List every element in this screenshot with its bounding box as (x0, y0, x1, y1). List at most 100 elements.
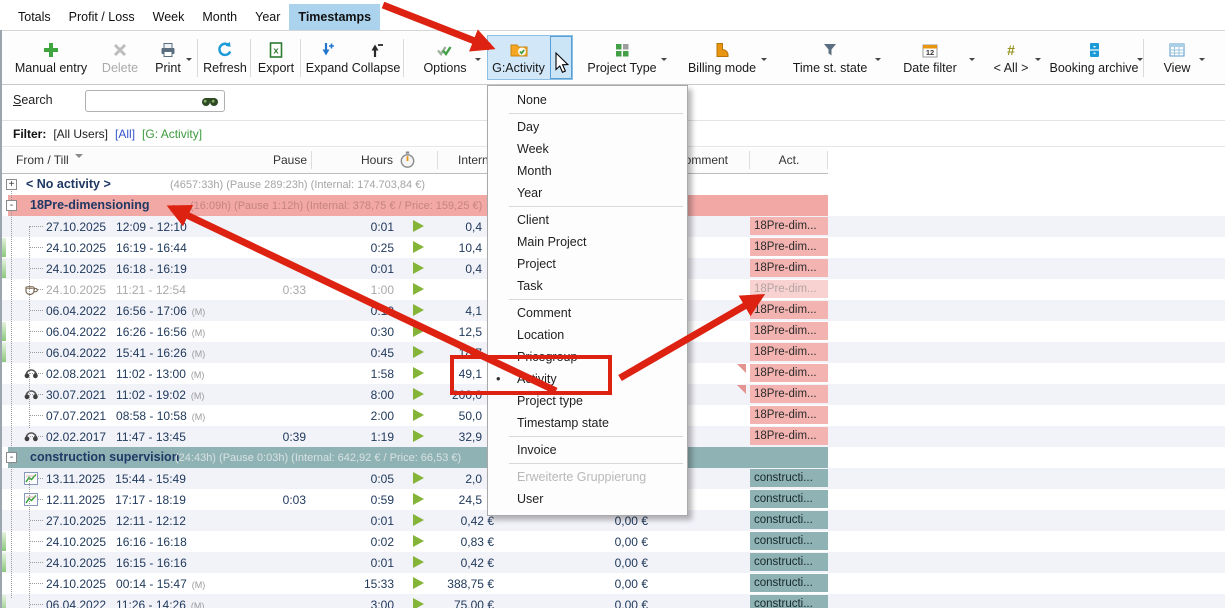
timestamp-row[interactable]: 06.04.2022 11:26 - 14:26 (M)3:0075,00 €0… (0, 594, 1225, 608)
filter-grouping[interactable]: [G: Activity] (142, 127, 202, 141)
column-header-hours[interactable]: Hours (320, 153, 393, 167)
tab-bar: Totals Profit / Loss Week Month Year Tim… (0, 0, 1225, 31)
menu-item-label: Invoice (517, 443, 557, 457)
booking-archive-button[interactable]: Booking archive (1044, 35, 1144, 80)
timestamp-date-time: 07.07.2021 08:58 - 10:58 (M) (46, 409, 205, 423)
archive-icon (1085, 41, 1103, 59)
menu-item-timestamp-state[interactable]: Timestamp state (488, 412, 687, 434)
menu-item-project[interactable]: Project (488, 253, 687, 275)
project-type-button[interactable]: Project Type (576, 35, 668, 80)
comment-cell (656, 552, 748, 573)
hours-value: 0:02 (318, 535, 394, 549)
delete-label: Delete (102, 61, 138, 75)
export-button[interactable]: x Export (254, 35, 298, 80)
number-filter-label: < All > (994, 61, 1029, 75)
collapse-icon[interactable]: - (6, 200, 17, 211)
tab-week[interactable]: Week (144, 4, 194, 30)
tab-totals[interactable]: Totals (9, 4, 60, 30)
time-state-filter-label: Time st. state (793, 61, 868, 75)
grouping-activity-button[interactable]: G:Activity (487, 35, 573, 80)
manual-entry-label: Manual entry (15, 61, 87, 75)
price-value: 0,00 € (556, 535, 648, 549)
timestamp-date-time: 24.10.2025 16:18 - 16:19 (46, 262, 187, 276)
view-button[interactable]: View (1148, 35, 1206, 80)
table-header: From / Till Pause Hours Internal Comment… (0, 148, 828, 174)
menu-item-day[interactable]: Day (488, 116, 687, 138)
menu-item-month[interactable]: Month (488, 160, 687, 182)
activity-badge: 18Pre-dim... (750, 238, 828, 256)
tab-month[interactable]: Month (193, 4, 246, 30)
grouping-activity-label: G:Activity (492, 61, 545, 75)
column-header-act[interactable]: Act. (750, 153, 828, 167)
comment-cell (656, 573, 748, 594)
filter-label: Filter: (13, 127, 46, 141)
menu-item-week[interactable]: Week (488, 138, 687, 160)
internal-value: 388,75 € (394, 577, 494, 591)
time-state-filter-button[interactable]: Time st. state (778, 35, 882, 80)
menu-item-invoice[interactable]: Invoice (488, 439, 687, 461)
delete-button: Delete (99, 35, 141, 80)
menu-item-none[interactable]: None (488, 89, 687, 111)
manual-flag: (M) (187, 580, 206, 590)
internal-value: 32,9 (394, 430, 482, 444)
expand-button[interactable]: Expand (304, 35, 350, 80)
booking-archive-label: Booking archive (1050, 61, 1139, 75)
play-icon[interactable] (413, 283, 424, 295)
print-button[interactable]: Print (143, 35, 193, 80)
timestamp-date-time: 06.04.2022 15:41 - 16:26 (M) (46, 346, 205, 360)
menu-item-user[interactable]: User (488, 488, 687, 510)
hours-value: 3:00 (318, 598, 394, 608)
collapse-icon[interactable]: - (6, 452, 17, 463)
timestamp-row[interactable]: 24.10.2025 00:14 - 15:47 (M)15:33388,75 … (0, 573, 1225, 594)
timestamp-row[interactable]: 24.10.2025 16:15 - 16:160:010,42 €0,00 €… (0, 552, 1225, 573)
column-header-from-till[interactable]: From / Till (16, 153, 83, 167)
filter-all[interactable]: [All] (115, 127, 135, 141)
menu-item-main-project[interactable]: Main Project (488, 231, 687, 253)
hours-value: 8:00 (318, 388, 394, 402)
tab-profit-loss[interactable]: Profit / Loss (60, 4, 144, 30)
refresh-button[interactable]: Refresh (202, 35, 248, 80)
tab-year[interactable]: Year (246, 4, 289, 30)
number-filter-button[interactable]: # < All > (980, 35, 1042, 80)
options-button[interactable]: Options (408, 35, 482, 80)
manual-entry-button[interactable]: Manual entry (6, 35, 96, 80)
manual-flag: (M) (186, 370, 205, 380)
group-label: < No activity > (26, 177, 111, 191)
menu-item-label: Month (517, 164, 552, 178)
hours-value: 15:33 (318, 577, 394, 591)
billing-mode-button[interactable]: Billing mode (676, 35, 768, 80)
menu-item-project-type[interactable]: Project type (488, 390, 687, 412)
menu-item-label: Location (517, 328, 564, 342)
search-box[interactable] (85, 90, 225, 112)
search-input[interactable] (89, 92, 203, 112)
tab-timestamps[interactable]: Timestamps (289, 4, 380, 30)
options-label: Options (423, 61, 466, 75)
menu-item-label: Pricegroup (517, 350, 577, 364)
headset-icon (24, 430, 39, 446)
binoculars-icon (201, 94, 219, 113)
menu-item-task[interactable]: Task (488, 275, 687, 297)
menu-item-year[interactable]: Year (488, 182, 687, 204)
menu-item-pricegroup[interactable]: Pricegroup (488, 346, 687, 368)
timestamp-date-time: 02.02.2017 11:47 - 13:45 (46, 430, 186, 444)
expand-icon[interactable]: + (6, 179, 17, 190)
manual-flag: (M) (187, 328, 206, 338)
filter-users[interactable]: [All Users] (53, 127, 108, 141)
menu-item-location[interactable]: Location (488, 324, 687, 346)
activity-badge: constructi... (750, 511, 828, 529)
timestamp-row[interactable]: 24.10.2025 16:16 - 16:180:020,83 €0,00 €… (0, 531, 1225, 552)
date-filter-label: Date filter (903, 61, 957, 75)
collapse-button[interactable]: Collapse (352, 35, 400, 80)
menu-item-label: None (517, 93, 547, 107)
menu-item-activity[interactable]: •Activity (488, 368, 687, 390)
column-header-pause[interactable]: Pause (230, 153, 307, 167)
collapse-arrow-icon (367, 41, 385, 59)
delete-x-icon (111, 41, 129, 59)
svg-text:#: # (1007, 42, 1015, 58)
group-stats: (24:43h) (Pause 0:03h) (Internal: 642,92… (175, 452, 461, 464)
date-filter-button[interactable]: 12 Date filter (884, 35, 976, 80)
toolbar: Manual entry Delete Print Refresh x Expo… (0, 32, 1225, 85)
menu-item-comment[interactable]: Comment (488, 302, 687, 324)
grouping-activity-dropdown-button[interactable] (550, 36, 572, 79)
menu-item-client[interactable]: Client (488, 209, 687, 231)
